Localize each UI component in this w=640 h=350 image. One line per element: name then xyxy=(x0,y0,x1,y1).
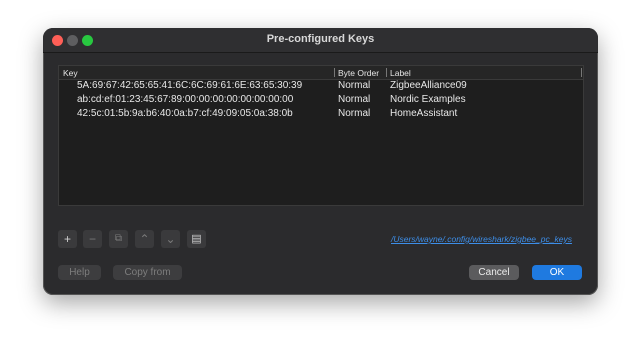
byte-order-cell: Normal xyxy=(338,94,371,105)
add-entry-button[interactable]: + xyxy=(58,230,77,248)
cancel-button[interactable]: Cancel xyxy=(469,265,519,280)
column-separator[interactable] xyxy=(581,68,582,77)
config-path-link[interactable]: /Users/wayne/.config/wireshark/zigbee_pc… xyxy=(391,234,572,244)
open-file-button[interactable]: ▤ xyxy=(187,230,206,248)
table-row[interactable]: 42:5c:01:5b:9a:b6:40:0a:b7:cf:49:09:05:0… xyxy=(59,108,583,121)
label-cell: ZigbeeAlliance09 xyxy=(390,80,467,91)
column-separator[interactable] xyxy=(386,68,387,77)
chevron-up-icon: ⌃ xyxy=(139,232,150,246)
ok-button[interactable]: OK xyxy=(532,265,582,280)
byte-order-cell: Normal xyxy=(338,80,371,91)
plus-icon: + xyxy=(63,232,71,246)
keys-table[interactable]: Key Byte Order Label 5A:69:67:42:65:65:4… xyxy=(58,65,584,206)
help-button[interactable]: Help xyxy=(58,265,101,280)
table-row[interactable]: ab:cd:ef:01:23:45:67:89:00:00:00:00:00:0… xyxy=(59,94,583,107)
label-cell: HomeAssistant xyxy=(390,108,458,119)
copy-icon: ⧉ xyxy=(114,233,123,244)
file-list-icon: ▤ xyxy=(191,233,202,245)
table-header: Key Byte Order Label xyxy=(59,66,583,80)
remove-entry-button[interactable]: − xyxy=(83,230,102,248)
key-cell: ab:cd:ef:01:23:45:67:89:00:00:00:00:00:0… xyxy=(77,94,294,105)
chevron-down-icon: ⌄ xyxy=(165,232,176,246)
header-byte-order[interactable]: Byte Order xyxy=(338,68,379,78)
header-label[interactable]: Label xyxy=(390,68,411,78)
byte-order-cell: Normal xyxy=(338,108,371,119)
minus-icon: − xyxy=(88,232,96,246)
move-up-button[interactable]: ⌃ xyxy=(135,230,154,248)
header-key[interactable]: Key xyxy=(63,68,78,78)
key-cell: 42:5c:01:5b:9a:b6:40:0a:b7:cf:49:09:05:0… xyxy=(77,108,293,119)
title-bar: Pre-configured Keys xyxy=(43,28,598,53)
table-row[interactable]: 5A:69:67:42:65:65:41:6C:6C:69:61:6E:63:6… xyxy=(59,80,583,93)
copy-from-button[interactable]: Copy from xyxy=(113,265,182,280)
move-down-button[interactable]: ⌄ xyxy=(161,230,180,248)
preconfigured-keys-dialog: Pre-configured Keys Key Byte Order Label… xyxy=(43,28,598,295)
label-cell: Nordic Examples xyxy=(390,94,466,105)
window-title: Pre-configured Keys xyxy=(266,33,375,45)
key-cell: 5A:69:67:42:65:65:41:6C:6C:69:61:6E:63:6… xyxy=(77,80,303,91)
copy-entry-button[interactable]: ⧉ xyxy=(109,230,128,248)
column-separator[interactable] xyxy=(334,68,335,77)
